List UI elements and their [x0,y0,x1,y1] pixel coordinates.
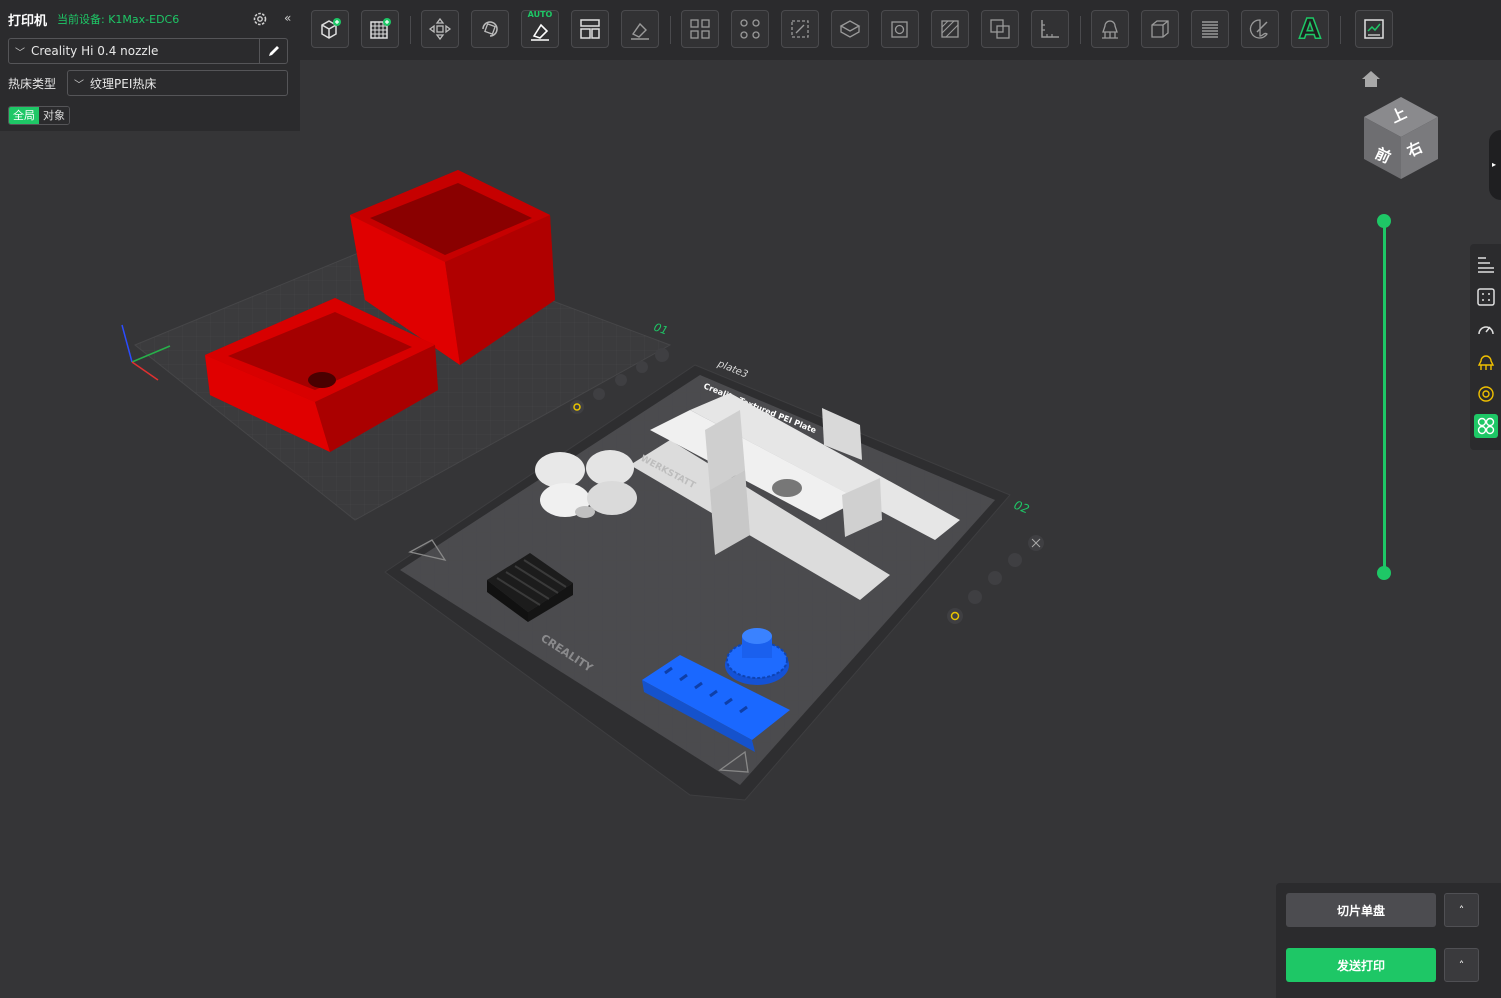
text-button[interactable]: A [1291,10,1329,48]
boolean-button[interactable] [981,10,1019,48]
hollow-icon [891,21,908,38]
lay-on-face-icon [631,22,649,40]
toolbar-separator [410,16,411,44]
cut-icon [839,20,861,38]
nozzle-value: Creality Hi 0.4 nozzle [31,44,159,58]
paint-button[interactable] [1241,10,1279,48]
plate-settings-button[interactable] [1355,10,1393,48]
plate-02-label: 02 [1012,498,1031,517]
send-print-button[interactable]: 发送打印 [1286,948,1436,982]
measure-button[interactable] [1031,10,1069,48]
printer-header: 打印机 当前设备: K1Max-EDC6 « [8,10,292,29]
home-view-icon[interactable] [1361,70,1381,92]
grid-select-icon[interactable] [1474,285,1498,309]
scale-icon [791,20,809,38]
layer-slider-track [1383,222,1386,572]
support-paint-button[interactable] [931,10,969,48]
support-button[interactable] [1091,10,1129,48]
current-device-label: 当前设备: K1Max-EDC6 [57,11,179,27]
chevron-down-icon: ﹀ [15,47,25,59]
split-parts-icon [740,19,760,39]
hollow-button[interactable] [881,10,919,48]
arrange-icon [580,19,600,39]
auto-orient-button[interactable]: AUTO [521,10,559,48]
layout-icon[interactable] [1474,414,1498,438]
split-objects-icon [690,19,710,39]
toolbar-separator [1340,16,1341,44]
text-icon: A [1298,12,1321,45]
layer-slider-top-handle[interactable] [1377,214,1391,228]
print-options-button[interactable]: ˄ [1444,948,1479,982]
lay-on-face-button[interactable] [621,10,659,48]
slice-plate-button[interactable]: 切片单盘 [1286,893,1436,927]
layers-button[interactable] [1191,10,1229,48]
rotate-button[interactable] [471,10,509,48]
plate-settings-icon [1364,19,1384,39]
boolean-icon [990,19,1010,39]
collapse-panel-icon[interactable]: « [284,11,291,25]
auto-tag: AUTO [527,10,553,19]
split-objects-button[interactable] [681,10,719,48]
main-toolbar: AUTO A [300,0,1501,60]
device-name[interactable]: K1Max-EDC6 [108,13,179,26]
printer-title: 打印机 [8,13,48,29]
device-prefix: 当前设备: [57,13,109,26]
chevron-right-icon: ▸ [1492,160,1497,169]
view-cube[interactable]: 上 前 右 [1360,95,1442,185]
layers-icon [1202,21,1218,38]
side-panel-edge[interactable]: ▸ [1489,130,1501,200]
cube-add-icon [321,18,341,39]
cut-button[interactable] [831,10,869,48]
toolbar-separator [1080,16,1081,44]
scene-canvas[interactable]: 01 02 plate3 CREALITY Creality Textured … [0,60,1501,998]
emboss-button[interactable] [1141,10,1179,48]
layer-slider-bottom-handle[interactable] [1377,566,1391,580]
paint-icon [1249,19,1268,39]
align-icon[interactable] [1474,252,1498,276]
slice-options-button[interactable]: ˄ [1444,893,1479,927]
target-icon[interactable] [1474,382,1498,406]
slice-panel: 切片单盘 ˄ 发送打印 ˄ [1276,883,1501,998]
move-button[interactable] [421,10,459,48]
grid-plate-icon [370,18,391,39]
support-paint-icon [941,20,959,38]
speed-icon[interactable] [1474,318,1498,342]
plate-01-label: 01 [652,321,670,338]
3d-viewport[interactable]: 01 02 plate3 CREALITY Creality Textured … [0,60,1501,998]
rotate-icon [482,21,498,37]
support-icon[interactable] [1474,350,1498,374]
side-tool-strip [1470,244,1501,450]
emboss-icon [1151,20,1169,38]
layer-slider[interactable] [1376,214,1392,580]
arrange-button[interactable] [571,10,609,48]
support-icon [1102,20,1118,39]
scale-button[interactable] [781,10,819,48]
split-parts-button[interactable] [731,10,769,48]
auto-orient-icon [531,23,549,41]
add-plate-button[interactable] [361,10,399,48]
toolbar-separator [670,16,671,44]
move-icon [428,17,452,41]
measure-icon [1041,20,1059,38]
gear-icon[interactable] [251,10,269,28]
add-object-button[interactable] [311,10,349,48]
